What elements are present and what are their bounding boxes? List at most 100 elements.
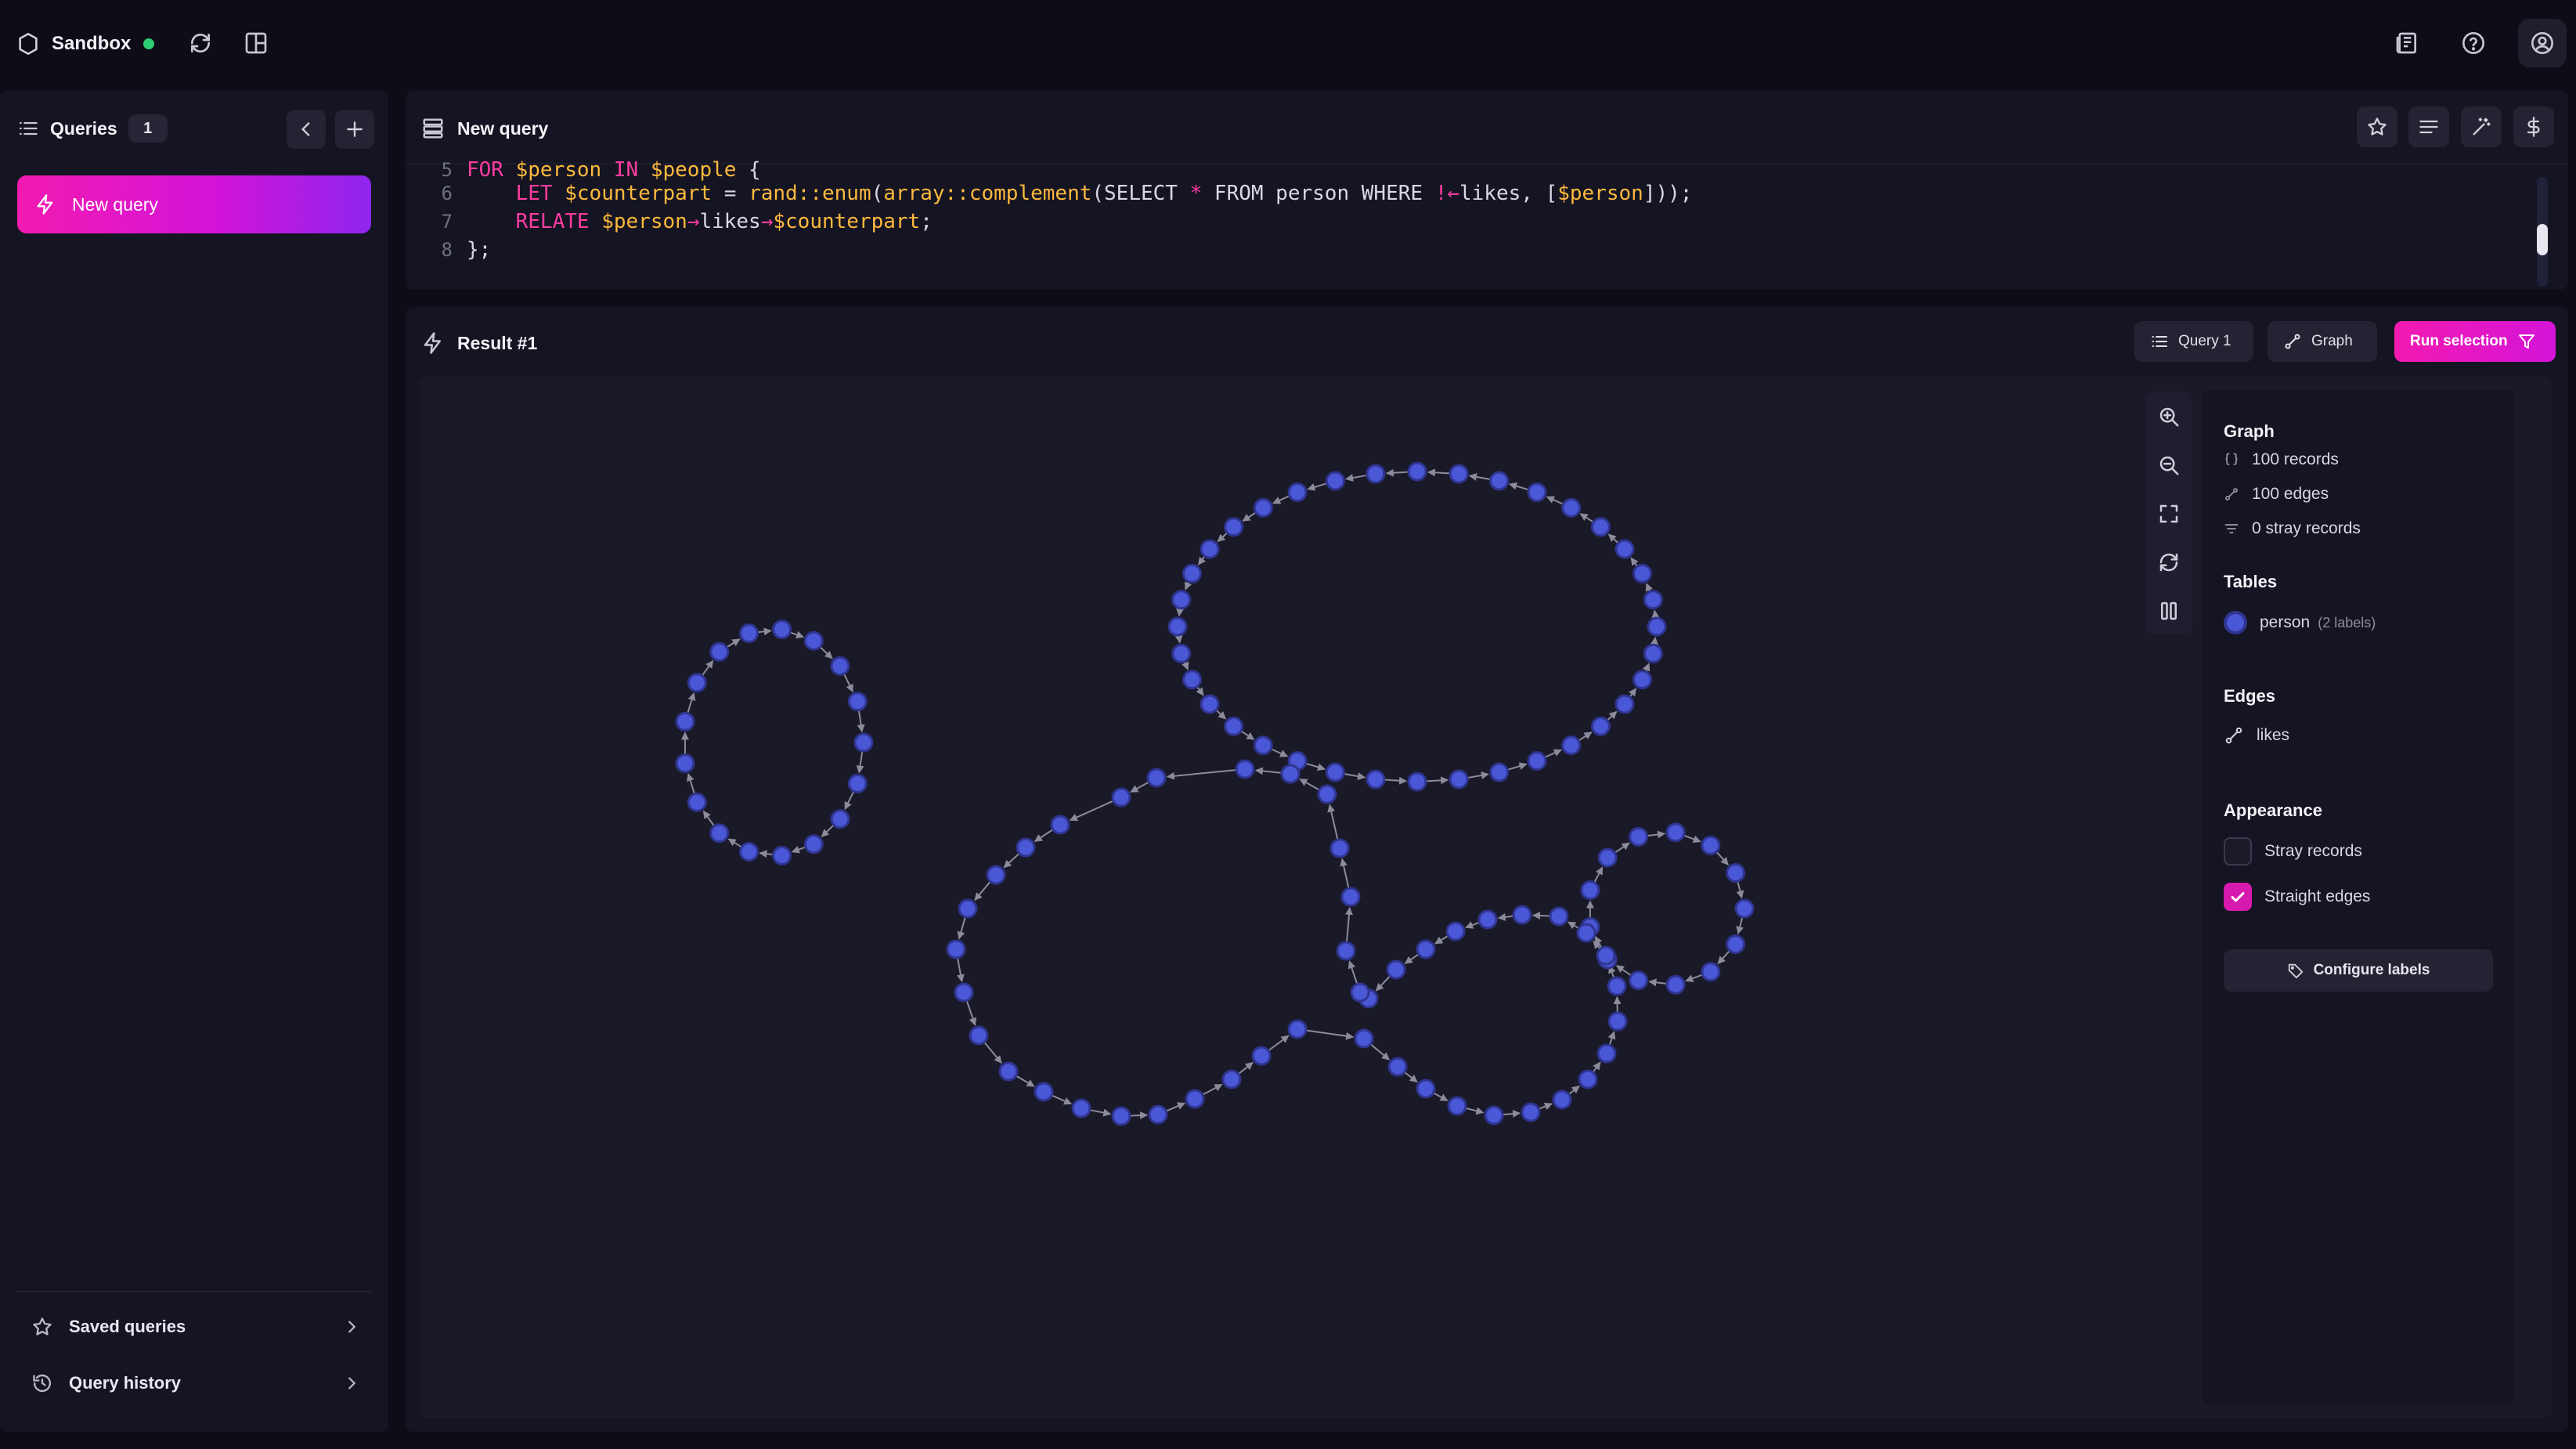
graph-edge-likes[interactable] — [1434, 1092, 1449, 1102]
account-icon[interactable] — [2518, 19, 2567, 67]
graph-edge-likes[interactable] — [1216, 710, 1227, 720]
graph-node-person[interactable] — [1317, 784, 1337, 804]
graph-node-person[interactable] — [1596, 945, 1616, 966]
graph-edge-likes[interactable] — [702, 659, 714, 676]
graph-node-person[interactable] — [1253, 497, 1273, 518]
graph-node-person[interactable] — [1590, 517, 1611, 537]
graph-node-person[interactable] — [986, 865, 1006, 885]
graph-node-person[interactable] — [1489, 762, 1510, 782]
code-line[interactable]: 8}; — [406, 235, 492, 265]
graph-edge-likes[interactable] — [1629, 688, 1637, 697]
graph-edge-likes[interactable] — [1242, 512, 1256, 522]
graph-node-person[interactable] — [1590, 716, 1611, 736]
graph-edge-likes[interactable] — [1648, 978, 1667, 987]
graph-node-person[interactable] — [1034, 1082, 1054, 1102]
graph-node-person[interactable] — [1200, 694, 1220, 714]
graph-edge-likes[interactable] — [1254, 767, 1282, 775]
graph-node-person[interactable] — [1407, 461, 1427, 482]
graph-edge-likes[interactable] — [1683, 834, 1701, 844]
graph-edge-likes[interactable] — [821, 825, 834, 837]
graph-edge-likes[interactable] — [1327, 804, 1339, 840]
graph-node-person[interactable] — [1185, 1089, 1205, 1109]
configure-labels-button[interactable]: Configure labels — [2224, 949, 2493, 992]
graph-edge-likes[interactable] — [820, 646, 833, 659]
graph-node-person[interactable] — [1552, 1089, 1572, 1110]
graph-edge-likes[interactable] — [1268, 1035, 1290, 1051]
graph-node-person[interactable] — [1489, 471, 1510, 491]
graph-node-person[interactable] — [1336, 941, 1356, 961]
graph-edge-likes[interactable] — [1174, 634, 1183, 644]
graph-node-person[interactable] — [1182, 563, 1202, 584]
graph-node-person[interactable] — [1701, 835, 1721, 855]
graph-node-person[interactable] — [803, 834, 824, 855]
graph-node-person[interactable] — [1615, 694, 1635, 714]
graph-node-person[interactable] — [1449, 464, 1469, 484]
graph-edge-likes[interactable] — [1630, 557, 1639, 567]
graph-edge-likes[interactable] — [1607, 533, 1618, 544]
graph-node-person[interactable] — [969, 1025, 989, 1046]
graph-edge-likes[interactable] — [1299, 778, 1319, 791]
graph-edge-likes[interactable] — [1593, 866, 1604, 883]
saved-queries-link[interactable]: Saved queries — [17, 1305, 371, 1349]
graph-edge-likes[interactable] — [727, 838, 741, 847]
graph-node-person[interactable] — [709, 823, 730, 844]
graph-edge-likes[interactable] — [1348, 960, 1358, 984]
graph-edge-likes[interactable] — [1184, 581, 1192, 591]
graph-node-person[interactable] — [1527, 750, 1547, 771]
graph-edge-likes[interactable] — [1647, 830, 1666, 839]
graph-node-person[interactable] — [1167, 616, 1188, 637]
graph-node-person[interactable] — [675, 711, 695, 732]
graph-node-person[interactable] — [830, 809, 850, 829]
graph-node-person[interactable] — [1171, 590, 1192, 610]
graph-node-person[interactable] — [1647, 616, 1667, 637]
graph-edge-likes[interactable] — [1426, 776, 1449, 785]
graph-node-person[interactable] — [1665, 822, 1686, 843]
variables-button[interactable] — [2513, 107, 2554, 147]
graph-edge-likes[interactable] — [1509, 482, 1528, 491]
help-icon[interactable] — [2452, 21, 2495, 65]
graph-node-person[interactable] — [1354, 1028, 1374, 1049]
magic-wand-button[interactable] — [2461, 107, 2502, 147]
format-query-button[interactable] — [2408, 107, 2449, 147]
graph-edge-likes[interactable] — [1384, 776, 1408, 785]
graph-edge-likes[interactable] — [1197, 556, 1206, 566]
graph-node-person[interactable] — [1629, 826, 1649, 847]
graph-node-person[interactable] — [1527, 482, 1547, 503]
graph-edge-likes[interactable] — [843, 674, 853, 692]
graph-edge-likes[interactable] — [1306, 762, 1326, 771]
graph-node-person[interactable] — [739, 841, 759, 862]
graph-node-person[interactable] — [1597, 847, 1618, 868]
graph-node-person[interactable] — [1366, 769, 1386, 790]
run-selection-button[interactable]: Run selection — [2394, 321, 2556, 362]
graph-node-person[interactable] — [1726, 934, 1746, 955]
graph-edge-likes[interactable] — [1467, 771, 1489, 779]
query-list-item[interactable]: New query — [17, 175, 371, 233]
graph-edge-likes[interactable] — [1465, 921, 1480, 929]
graph-edge-likes[interactable] — [1345, 474, 1367, 482]
graph-edge-likes[interactable] — [983, 1042, 1002, 1064]
graph-node-person[interactable] — [1643, 643, 1663, 663]
graph-node-person[interactable] — [687, 792, 707, 812]
graph-edge-likes[interactable] — [1307, 482, 1327, 491]
graph-edge-likes[interactable] — [1217, 533, 1228, 543]
graph-edge-likes[interactable] — [1271, 748, 1289, 757]
graph-node-person[interactable] — [1146, 768, 1167, 788]
graph-edge-likes[interactable] — [1507, 762, 1528, 771]
graph-edge-likes[interactable] — [1182, 661, 1189, 670]
graph-edge-likes[interactable] — [857, 710, 865, 733]
graph-node-person[interactable] — [1224, 517, 1244, 537]
graph-edge-likes[interactable] — [1166, 1102, 1186, 1112]
graph-node-person[interactable] — [1235, 759, 1255, 779]
graph-node-person[interactable] — [1387, 1057, 1408, 1077]
graph-node-person[interactable] — [830, 656, 850, 676]
graph-edge-likes[interactable] — [1615, 965, 1632, 976]
zoom-in-button[interactable] — [2148, 396, 2189, 437]
graph-node-person[interactable] — [739, 623, 759, 644]
code-line[interactable]: 7 RELATE $person→likes→$counterpart; — [406, 207, 933, 237]
graph-edge-likes[interactable] — [1404, 953, 1419, 964]
graph-edge-likes[interactable] — [965, 1001, 977, 1026]
graph-node-person[interactable] — [1561, 735, 1582, 756]
graph-node-person[interactable] — [1148, 1104, 1168, 1125]
node-color-swatch[interactable] — [2224, 611, 2247, 634]
graph-edge-likes[interactable] — [1568, 921, 1579, 930]
